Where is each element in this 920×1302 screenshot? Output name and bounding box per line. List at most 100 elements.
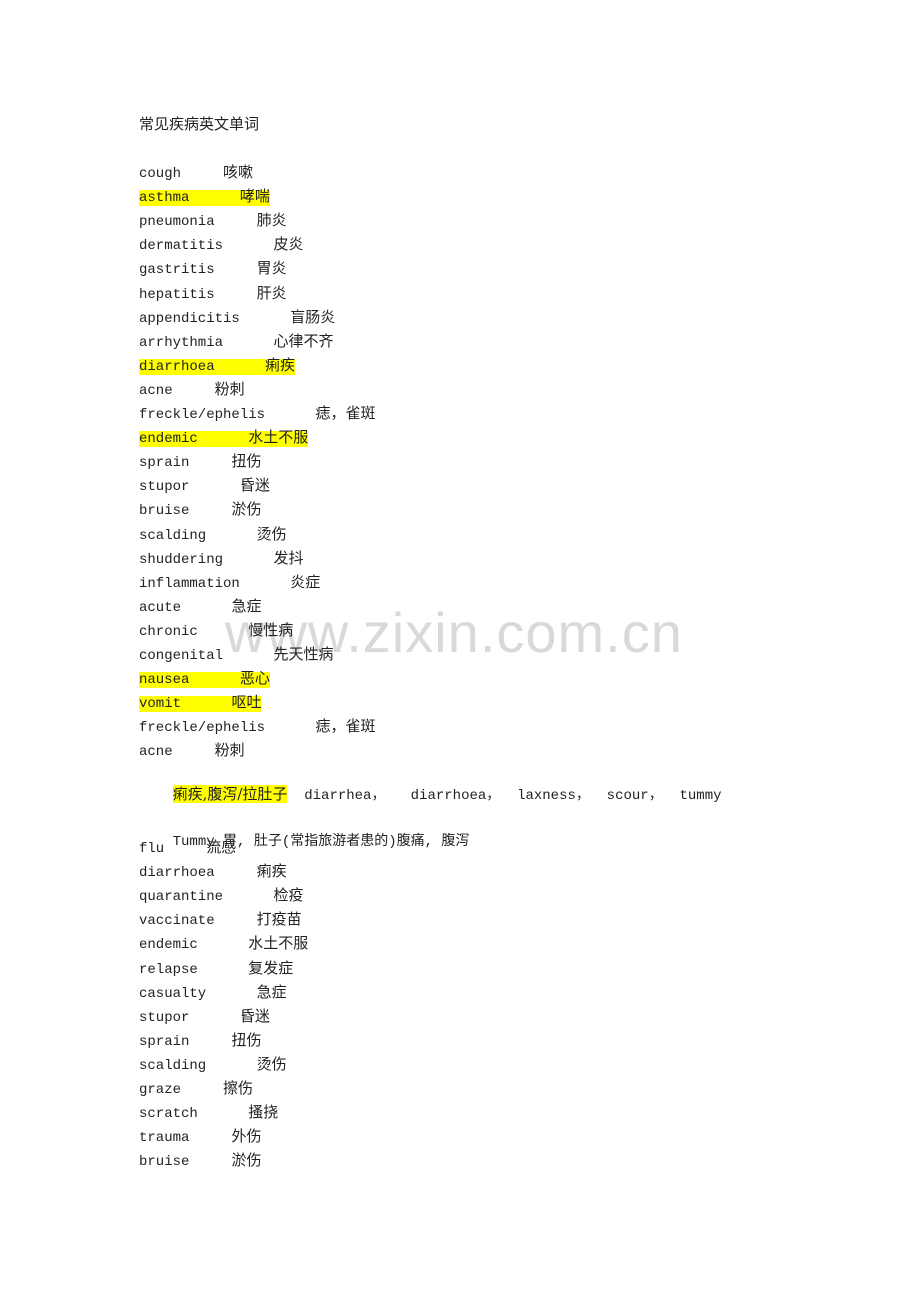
term: chronic 慢性病 [139, 620, 294, 640]
chinese-term: 外伤 [231, 1127, 262, 1146]
list-item: vomit 呕吐 [139, 692, 262, 713]
list-item: bruise 淤伤 [139, 499, 261, 519]
chinese-term: 痢疾 [265, 355, 296, 374]
term: vaccinate 打疫苗 [139, 910, 302, 930]
chinese-term: 咳嗽 [223, 163, 254, 181]
term: bruise 淤伤 [139, 500, 262, 519]
list-item: diarrhoea 痢疾 [139, 355, 296, 375]
english-term: diarrhoea [139, 358, 215, 375]
term: gastritis 胃炎 [139, 259, 287, 279]
highlighted-term: diarrhoea 痢疾 [139, 355, 296, 375]
term: congenital 先天性病 [139, 645, 334, 664]
english-term: diarrhoea [139, 865, 215, 882]
term: cough 咳嗽 [139, 163, 254, 182]
list-item: asthma 哮喘 [139, 186, 270, 207]
english-term: quarantine [139, 889, 224, 906]
english-term: cough [139, 166, 182, 182]
chinese-term: 恶心 [239, 669, 270, 688]
chinese-term: 哮喘 [239, 187, 270, 206]
term: acne 粉刺 [139, 741, 245, 761]
english-term: sprain [139, 1033, 190, 1050]
term: arrhythmia 心律不齐 [139, 331, 334, 351]
term: pneumonia 肺炎 [139, 211, 287, 230]
english-term: congenital [139, 648, 224, 664]
chinese-term: 扭伤 [231, 1030, 262, 1049]
chinese-term: 痢疾 [256, 862, 287, 881]
english-term: freckle/ephelis [139, 407, 266, 423]
chinese-term: 发抖 [273, 548, 304, 567]
term: acne 粉刺 [139, 380, 245, 399]
term: sprain 扭伤 [139, 452, 261, 471]
term: casualty 急症 [139, 982, 287, 1002]
list-item: hepatitis 肝炎 [139, 283, 287, 303]
list-item: quarantine 检疫 [139, 885, 303, 905]
synonym-english: diarrhea， diarrhoea， laxness， scour， tum… [287, 788, 722, 804]
document-page: www.zixin.com.cn 常见疾病英文单词 cough 咳嗽 asthma… [0, 0, 920, 1302]
list-item: cough 咳嗽 [139, 162, 253, 182]
list-item: sprain 扭伤 [139, 1030, 261, 1050]
list-item: stupor 昏迷 [139, 475, 270, 495]
term: flu 流感 [139, 838, 236, 857]
english-term: endemic [139, 937, 198, 954]
list-item: acute 急症 [139, 596, 261, 616]
chinese-term: 痣，雀斑 [315, 404, 376, 422]
english-term: scalding [139, 1057, 207, 1074]
english-term: acne [139, 744, 173, 761]
english-term: graze [139, 1082, 182, 1098]
term: appendicitis 盲肠炎 [139, 308, 335, 327]
chinese-term: 检疫 [273, 886, 304, 905]
english-term: scalding [139, 527, 207, 544]
chinese-term: 先天性病 [273, 645, 334, 663]
chinese-term: 擦伤 [223, 1079, 254, 1097]
term: freckle/ephelis 痣，雀斑 [139, 404, 376, 423]
chinese-term: 复发症 [248, 958, 294, 977]
term: stupor 昏迷 [139, 1007, 270, 1026]
list-item: scratch 搔挠 [139, 1102, 278, 1122]
chinese-term: 淤伤 [231, 500, 262, 519]
list-item: appendicitis 盲肠炎 [139, 307, 335, 327]
list-item: scalding 烫伤 [139, 524, 287, 544]
term: quarantine 检疫 [139, 886, 304, 906]
term: hepatitis 肝炎 [139, 284, 287, 303]
english-term: gastritis [139, 262, 215, 279]
list-item: trauma 外伤 [139, 1126, 261, 1146]
chinese-term: 慢性病 [248, 620, 294, 639]
term: diarrhoea 痢疾 [139, 862, 287, 882]
english-term: asthma [139, 190, 190, 207]
english-term: acute [139, 599, 182, 616]
chinese-term: 急症 [256, 982, 287, 1001]
english-term: scratch [139, 1106, 198, 1123]
chinese-term: 心律不齐 [273, 331, 334, 350]
list-item: vaccinate 打疫苗 [139, 909, 302, 929]
list-item: arrhythmia 心律不齐 [139, 331, 333, 351]
chinese-term: 粉刺 [214, 741, 245, 760]
chinese-term: 打疫苗 [256, 910, 302, 929]
english-term: trauma [139, 1130, 190, 1147]
term: sprain 扭伤 [139, 1030, 262, 1050]
list-item: inflammation 炎症 [139, 572, 320, 592]
english-term: vaccinate [139, 913, 215, 930]
english-term: freckle/ephelis [139, 720, 266, 737]
